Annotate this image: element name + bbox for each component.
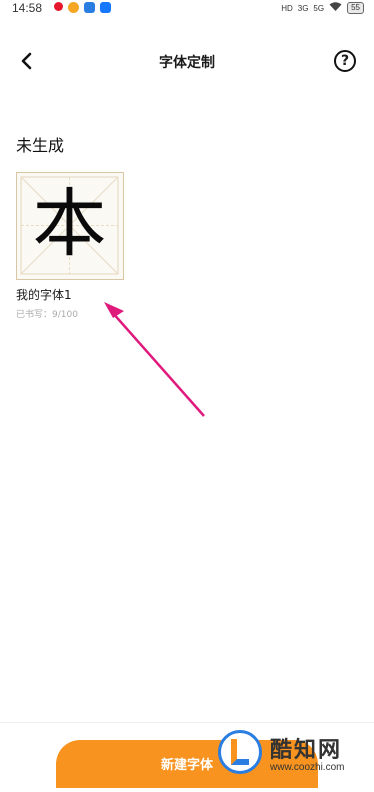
watermark: 酷知网 www.coozhi.com bbox=[218, 728, 368, 788]
page-title: 字体定制 bbox=[159, 55, 215, 71]
watermark-logo-icon bbox=[218, 730, 262, 774]
preview-character: 本 bbox=[32, 181, 107, 267]
alipay-icon bbox=[100, 2, 111, 13]
status-bar: 14:58 HD 3G 5G 55 bbox=[0, 0, 374, 18]
font-preview-grid: 本 bbox=[16, 172, 124, 280]
watermark-url: www.coozhi.com bbox=[270, 762, 345, 773]
bottom-divider bbox=[0, 722, 374, 723]
font-progress: 已书写：9/100 bbox=[16, 310, 78, 320]
section-heading: 未生成 bbox=[16, 136, 65, 155]
app-notification-icon bbox=[68, 2, 79, 13]
top-bar: 字体定制 ? bbox=[0, 40, 374, 84]
status-time: 14:58 bbox=[12, 1, 43, 15]
font-card[interactable]: 本 我的字体1 已书写：9/100 bbox=[16, 172, 128, 320]
question-circle-icon: ? bbox=[340, 53, 350, 69]
battery-icon: 55 bbox=[347, 2, 364, 14]
signal-5g-icon: 5G bbox=[313, 3, 325, 13]
font-name: 我的字体1 bbox=[16, 288, 72, 302]
signal-3g-icon: 3G bbox=[297, 3, 309, 13]
watermark-name: 酷知网 bbox=[270, 738, 343, 763]
wifi-icon bbox=[329, 2, 342, 14]
help-button[interactable]: ? bbox=[334, 50, 356, 72]
message-icon bbox=[84, 2, 95, 13]
status-indicators: HD 3G 5G 55 bbox=[281, 2, 364, 14]
weibo-icon bbox=[54, 2, 63, 11]
notification-icons bbox=[54, 2, 111, 13]
annotation-arrow-icon bbox=[104, 302, 205, 417]
hd-icon: HD bbox=[281, 3, 293, 13]
